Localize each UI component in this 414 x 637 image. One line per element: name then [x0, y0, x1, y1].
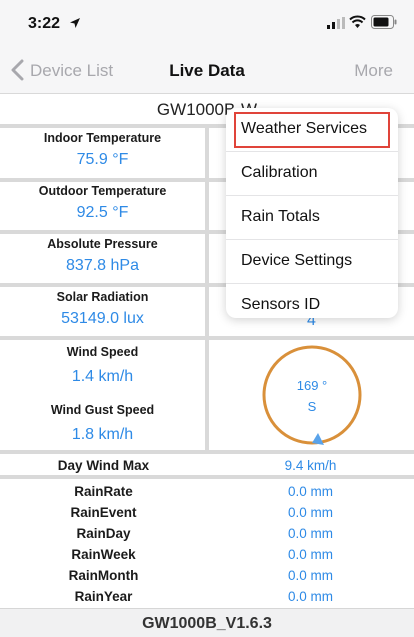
menu-item-label: Weather Services	[241, 120, 367, 137]
wind-gust-cell: Wind Gust Speed 1.8 km/h	[0, 403, 205, 444]
rain-day-label: RainDay	[76, 526, 131, 541]
battery-icon	[371, 15, 397, 29]
rain-rate-label: RainRate	[74, 484, 133, 499]
wifi-icon	[349, 15, 366, 28]
page-title: Live Data	[169, 61, 245, 80]
location-arrow-icon	[70, 18, 80, 28]
more-menu: Weather Services Calibration Rain Totals…	[226, 108, 398, 318]
menu-item-weather-services[interactable]: Weather Services	[226, 108, 398, 152]
absolute-pressure-value: 837.8 hPa	[66, 257, 139, 274]
absolute-pressure-label: Absolute Pressure	[47, 237, 158, 251]
menu-item-label: Rain Totals	[241, 208, 320, 225]
divider	[0, 475, 414, 479]
rain-month-value: 0.0 mm	[287, 568, 333, 583]
compass-ring	[262, 345, 362, 445]
rain-day-value: 0.0 mm	[287, 526, 333, 541]
menu-caret	[344, 96, 360, 108]
solar-radiation-value: 53149.0 lux	[61, 310, 144, 327]
wind-direction-arrow-icon	[312, 433, 324, 445]
outdoor-temperature-value: 92.5 °F	[76, 204, 129, 221]
wind-speed-value: 1.4 km/h	[71, 368, 134, 385]
indoor-temperature-cell: Indoor Temperature 75.9 °F	[0, 131, 205, 169]
day-wind-max-label: Day Wind Max	[57, 458, 150, 473]
rain-month-label: RainMonth	[68, 568, 139, 583]
wind-direction-degrees: 169 °	[296, 378, 328, 393]
menu-item-rain-totals[interactable]: Rain Totals	[226, 196, 398, 240]
column-divider	[205, 124, 209, 450]
menu-item-label: Calibration	[241, 164, 318, 181]
status-time: 3:22	[28, 15, 61, 32]
menu-item-label: Device Settings	[241, 252, 353, 269]
navigation-bar: Device List Live Data More	[0, 46, 414, 94]
wind-gust-label: Wind Gust Speed	[50, 403, 155, 417]
menu-item-sensors-id[interactable]: Sensors ID	[226, 284, 398, 318]
absolute-pressure-cell: Absolute Pressure 837.8 hPa	[0, 237, 205, 275]
rain-event-label: RainEvent	[70, 505, 137, 520]
indoor-temperature-label: Indoor Temperature	[43, 131, 162, 145]
rain-event-value: 0.0 mm	[287, 505, 333, 520]
day-wind-max-value: 9.4 km/h	[284, 458, 337, 473]
firmware-version: GW1000B_V1.6.3	[142, 615, 272, 632]
outdoor-temperature-cell: Outdoor Temperature 92.5 °F	[0, 184, 205, 222]
rain-week-label: RainWeek	[71, 547, 136, 562]
divider	[0, 450, 414, 454]
cellular-signal-icon	[327, 17, 345, 29]
menu-item-calibration[interactable]: Calibration	[226, 152, 398, 196]
rain-rate-value: 0.0 mm	[287, 484, 333, 499]
wind-direction-label: S	[307, 399, 317, 414]
menu-item-label: Sensors ID	[241, 296, 321, 313]
rain-year-label: RainYear	[74, 589, 133, 604]
wind-speed-label: Wind Speed	[66, 345, 139, 359]
indoor-temperature-value: 75.9 °F	[76, 151, 129, 168]
wind-gust-value: 1.8 km/h	[71, 426, 134, 443]
firmware-footer: GW1000B_V1.6.3	[0, 608, 414, 637]
wind-speed-cell: Wind Speed 1.4 km/h	[0, 345, 205, 386]
outdoor-temperature-label: Outdoor Temperature	[38, 184, 167, 198]
solar-radiation-cell: Solar Radiation 53149.0 lux	[0, 290, 205, 328]
rain-week-value: 0.0 mm	[287, 547, 333, 562]
rain-year-value: 0.0 mm	[287, 589, 333, 604]
solar-radiation-label: Solar Radiation	[56, 290, 149, 304]
menu-item-device-settings[interactable]: Device Settings	[226, 240, 398, 284]
status-bar: 3:22	[0, 0, 414, 46]
wind-direction-compass	[262, 345, 362, 445]
more-button[interactable]: More	[354, 61, 393, 81]
